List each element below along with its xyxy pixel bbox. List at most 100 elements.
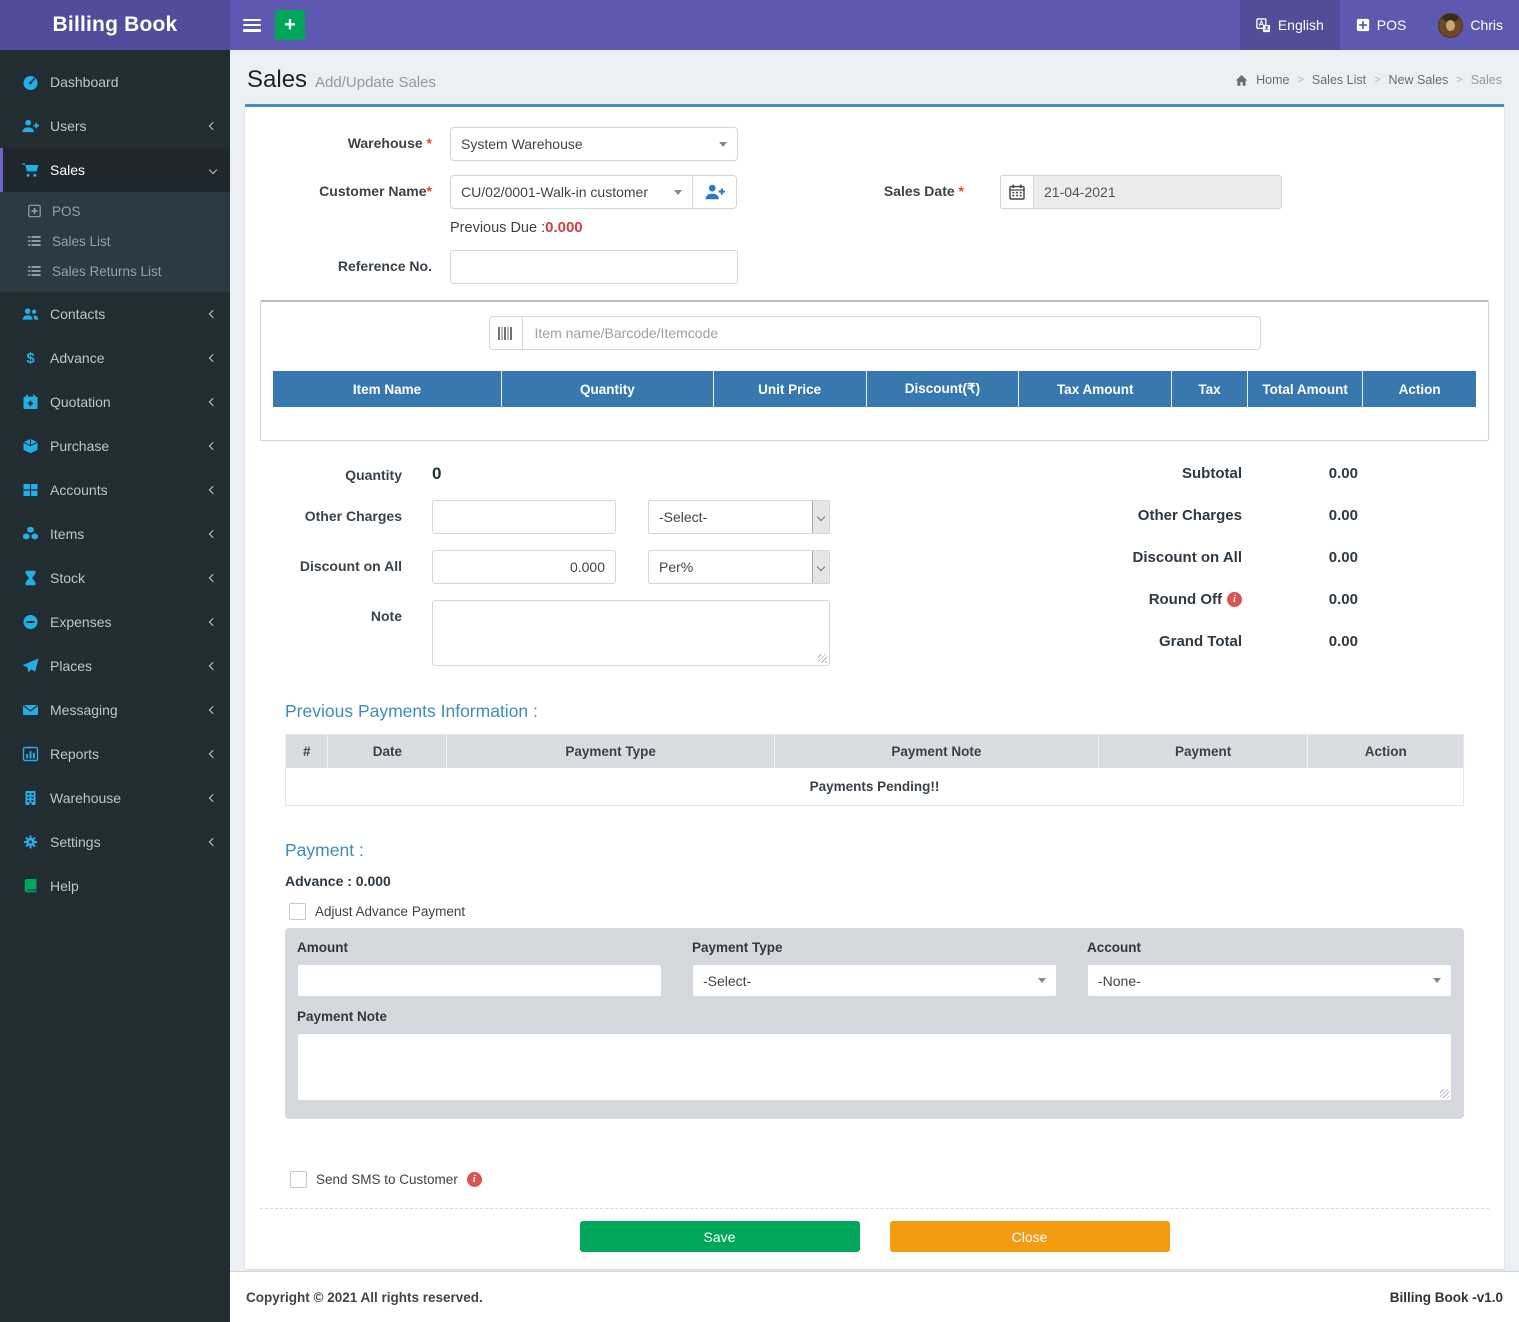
- info-icon[interactable]: i: [467, 1172, 482, 1187]
- chevron-down-icon: [209, 166, 217, 174]
- account-select[interactable]: -None-: [1087, 964, 1452, 997]
- other-charges-type-value: -Select-: [649, 501, 812, 533]
- sidebar-item-messaging[interactable]: Messaging: [0, 688, 230, 732]
- breadcrumb-home[interactable]: Home: [1256, 73, 1289, 87]
- other-charges-input[interactable]: [432, 500, 616, 534]
- sidebar-item-expenses[interactable]: Expenses: [0, 600, 230, 644]
- sidebar-item-settings[interactable]: Settings: [0, 820, 230, 864]
- items-col-tax-amount: Tax Amount: [1019, 371, 1172, 407]
- home-icon: [1235, 74, 1248, 87]
- close-button[interactable]: Close: [890, 1221, 1170, 1252]
- sales-date-input[interactable]: [1034, 175, 1282, 209]
- avatar: [1438, 13, 1463, 38]
- sidebar-item-warehouse[interactable]: Warehouse: [0, 776, 230, 820]
- sidebar-item-items[interactable]: Items: [0, 512, 230, 556]
- quick-add-button[interactable]: +: [275, 10, 305, 40]
- main-area: + English POS Chris SalesA: [230, 0, 1519, 1322]
- chevron-left-icon: [209, 122, 217, 130]
- quantity-value: 0: [432, 459, 441, 484]
- adjust-advance-checkbox[interactable]: [289, 903, 306, 920]
- pp-col-payment-note: Payment Note: [774, 735, 1098, 769]
- page-subtitle: Add/Update Sales: [315, 74, 436, 91]
- language-menu[interactable]: English: [1240, 0, 1340, 50]
- sidebar-item-dashboard[interactable]: Dashboard: [0, 60, 230, 104]
- sidebar-item-reports[interactable]: Reports: [0, 732, 230, 776]
- chevron-left-icon: [209, 574, 217, 582]
- sidebar-item-pos[interactable]: POS: [0, 196, 230, 226]
- plus-square-icon: [1356, 18, 1370, 32]
- sidebar-item-label: Quotation: [50, 394, 111, 410]
- subtotal-label: Subtotal: [1182, 465, 1242, 482]
- sidebar-item-label: Settings: [50, 834, 101, 850]
- sidebar-item-purchase[interactable]: Purchase: [0, 424, 230, 468]
- sidebar-item-contacts[interactable]: Contacts: [0, 292, 230, 336]
- sidebar-item-label: Help: [50, 878, 79, 894]
- round-off-label: Round Off: [1149, 591, 1222, 608]
- payment-type-select[interactable]: -Select-: [692, 964, 1057, 997]
- sales-form-card: Warehouse * System Warehouse Customer Na…: [245, 104, 1504, 1269]
- items-col-unit-price: Unit Price: [713, 371, 866, 407]
- list-icon: [27, 234, 42, 248]
- warehouse-select[interactable]: System Warehouse: [450, 127, 738, 161]
- sidebar-item-users[interactable]: Users: [0, 104, 230, 148]
- customer-select[interactable]: CU/02/0001-Walk-in customer: [450, 175, 693, 209]
- sidebar-item-quotation[interactable]: Quotation: [0, 380, 230, 424]
- save-button[interactable]: Save: [580, 1221, 860, 1252]
- discount-unit-select[interactable]: Per%: [648, 550, 830, 584]
- chevron-left-icon: [209, 618, 217, 626]
- sidebar-item-help[interactable]: Help: [0, 864, 230, 908]
- sidebar-item-label: Expenses: [50, 614, 111, 630]
- info-icon[interactable]: i: [1227, 592, 1242, 607]
- breadcrumb: Home> Sales List> New Sales> Sales: [1235, 73, 1502, 87]
- add-customer-button[interactable]: [693, 175, 737, 209]
- grand-total-label: Grand Total: [1159, 633, 1242, 650]
- sidebar-item-stock[interactable]: Stock: [0, 556, 230, 600]
- plus-icon: +: [284, 14, 296, 37]
- paper-plane-icon: [22, 658, 39, 674]
- app-window: Billing Book Dashboard Users Sales POS: [0, 0, 1519, 1322]
- sidebar-item-sales-list[interactable]: Sales List: [0, 226, 230, 256]
- other-charges-type-select[interactable]: -Select-: [648, 500, 830, 534]
- hamburger-menu-icon[interactable]: [243, 19, 261, 32]
- user-menu[interactable]: Chris: [1422, 0, 1519, 50]
- top-navbar: + English POS Chris: [230, 0, 1519, 50]
- advance-amount: Advance : 0.000: [285, 873, 1489, 889]
- items-table: Item Name Quantity Unit Price Discount(₹…: [273, 371, 1476, 407]
- chevron-down-icon: [674, 190, 682, 195]
- chevron-down-icon: [1433, 978, 1441, 983]
- discount-on-all-input[interactable]: [432, 550, 616, 584]
- sidebar-item-sales[interactable]: Sales: [0, 148, 230, 192]
- items-col-tax: Tax: [1172, 371, 1248, 407]
- book-icon: [22, 878, 39, 894]
- copyright-text: Copyright © 2021 All rights reserved.: [246, 1290, 483, 1305]
- send-sms-checkbox[interactable]: [290, 1171, 307, 1188]
- note-textarea[interactable]: [432, 600, 830, 666]
- discount-total-label: Discount on All: [1133, 549, 1242, 566]
- sidebar-item-accounts[interactable]: Accounts: [0, 468, 230, 512]
- payment-note-textarea[interactable]: [297, 1033, 1452, 1101]
- breadcrumb-sales-list[interactable]: Sales List: [1312, 73, 1366, 87]
- payment-panel: Amount Payment Type -Select- Account: [285, 928, 1464, 1119]
- chevron-left-icon: [209, 750, 217, 758]
- sidebar-item-label: Reports: [50, 746, 99, 762]
- sidebar-item-sales-returns-list[interactable]: Sales Returns List: [0, 256, 230, 286]
- sidebar-item-places[interactable]: Places: [0, 644, 230, 688]
- calendar-button[interactable]: [1000, 175, 1034, 209]
- previous-due-label: Previous Due :: [450, 220, 545, 236]
- warehouse-value: System Warehouse: [461, 136, 583, 152]
- username: Chris: [1470, 17, 1503, 33]
- page-title: Sales: [247, 66, 307, 93]
- breadcrumb-new-sales[interactable]: New Sales: [1389, 73, 1449, 87]
- sidebar-item-label: Advance: [50, 350, 104, 366]
- chevron-left-icon: [209, 310, 217, 318]
- footer: Copyright © 2021 All rights reserved. Bi…: [230, 1271, 1519, 1322]
- language-label: English: [1278, 17, 1324, 33]
- pos-shortcut[interactable]: POS: [1340, 0, 1423, 50]
- sidebar-item-advance[interactable]: $ Advance: [0, 336, 230, 380]
- chevron-down-icon: [812, 551, 829, 583]
- item-search-input[interactable]: [522, 316, 1261, 350]
- reference-input[interactable]: [450, 250, 738, 284]
- cubes-icon: [22, 526, 39, 542]
- pp-col-payment: Payment: [1098, 735, 1308, 769]
- amount-input[interactable]: [297, 964, 662, 997]
